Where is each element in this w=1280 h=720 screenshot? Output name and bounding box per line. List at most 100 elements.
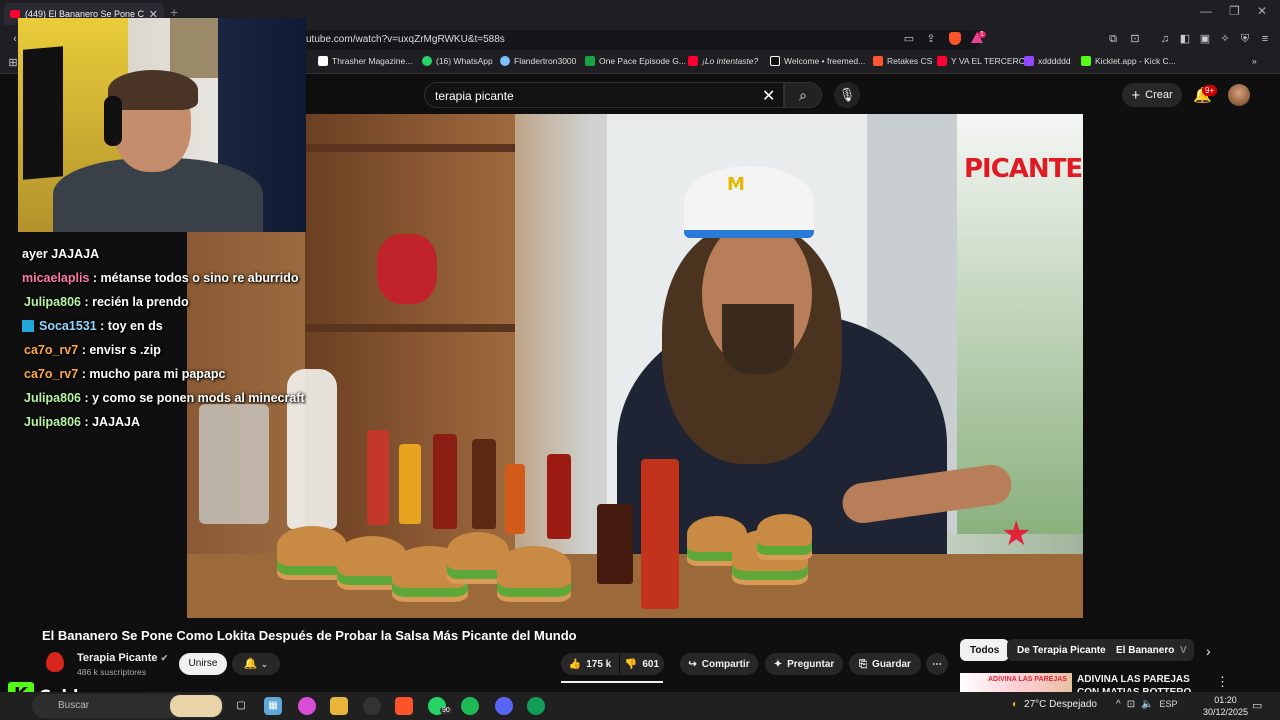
brave-browser-icon[interactable] xyxy=(395,697,413,715)
chat-username: Julipa806 xyxy=(24,295,81,309)
app-icon[interactable] xyxy=(363,697,381,715)
chat-message: ca7o_rv7 : mucho para mi papapc xyxy=(24,367,226,381)
file-explorer-icon[interactable] xyxy=(330,697,348,715)
notifications-icon[interactable]: ▭ xyxy=(1252,699,1262,712)
leo-ai-icon[interactable]: ✧ xyxy=(1218,32,1232,46)
hot-sauce-bottle xyxy=(505,464,525,534)
channel-avatar[interactable] xyxy=(46,652,66,674)
bookmark-item[interactable]: ¡Lo intentaste? xyxy=(688,56,758,66)
more-vertical-icon[interactable]: ⋮ xyxy=(1216,674,1229,690)
chat-username: Julipa806 xyxy=(24,391,81,405)
bookmark-item[interactable]: Welcome • freemed... xyxy=(770,56,865,66)
music-icon[interactable]: ♫ xyxy=(1158,32,1172,46)
bookmark-favicon-icon xyxy=(500,56,510,66)
bookmark-icon: ⎘ xyxy=(859,658,868,670)
task-view-icon[interactable]: ▢ xyxy=(232,697,250,715)
url-field[interactable]: utube.com/watch?v=uxqZrMgRWKU&t=588s xyxy=(300,30,980,50)
vpn-icon[interactable]: ⛨ xyxy=(1238,32,1252,46)
chat-username: ca7o_rv7 xyxy=(24,367,79,381)
chat-username: Julipa806 xyxy=(24,415,81,429)
headset xyxy=(104,96,122,146)
search-input[interactable]: terapia picante xyxy=(424,82,784,108)
thumbs-up-icon: 👍 xyxy=(568,658,582,670)
star-icon: ★ xyxy=(1001,515,1032,553)
create-button[interactable]: + Crear xyxy=(1122,83,1182,107)
chat-badge-icon xyxy=(22,320,34,332)
chip-el-bananero[interactable]: El Bananero xyxy=(1106,639,1185,661)
bookmarks-overflow-icon[interactable]: » xyxy=(1252,56,1257,66)
bookmark-item[interactable]: Retakes CS xyxy=(873,56,932,66)
flame-icon xyxy=(46,652,64,672)
shelf-board xyxy=(305,324,515,332)
app-icon[interactable] xyxy=(298,697,316,715)
like-button[interactable]: 👍 175 k xyxy=(561,653,619,675)
store-icon[interactable]: ▦ xyxy=(264,697,282,715)
minimize-window-icon[interactable]: — xyxy=(1200,4,1212,18)
restore-window-icon[interactable]: ❐ xyxy=(1229,4,1240,18)
bookmark-item[interactable]: (16) WhatsApp xyxy=(422,56,493,66)
hot-sauce-bottle xyxy=(399,444,421,524)
chevron-down-icon: ⌄ xyxy=(260,659,269,669)
more-actions-button[interactable]: ⋯ xyxy=(926,653,948,675)
chat-username: Soca1531 xyxy=(39,319,97,333)
clock[interactable]: 01:20 30/12/2025 xyxy=(1203,694,1248,718)
mtv-cap xyxy=(684,166,814,238)
chat-message: Julipa806 : JAJAJA xyxy=(24,415,141,429)
rewards-badge: 1 xyxy=(978,31,986,38)
cast-icon[interactable]: ▭ xyxy=(902,32,916,46)
bookmark-item[interactable]: Flandertron3000 xyxy=(500,56,576,66)
sheets-icon xyxy=(585,56,595,66)
chip-terapia-picante[interactable]: De Terapia Picante xyxy=(1007,639,1116,661)
clear-search-icon[interactable]: ✕ xyxy=(762,86,775,106)
sidebar-icon[interactable]: ◧ xyxy=(1178,32,1192,46)
bookmark-favicon-icon xyxy=(318,56,328,66)
chat-message: Soca1531 : toy en ds xyxy=(22,319,163,333)
bookmark-item[interactable]: Y VA EL TERCERO xyxy=(937,56,1025,66)
more-horizontal-icon: ⋯ xyxy=(932,658,942,670)
like-ratio-bar xyxy=(561,681,663,683)
search-button[interactable]: ⌕ xyxy=(784,82,822,108)
system-tray[interactable]: ^ ⊡ 🔈 ESP xyxy=(1116,699,1178,710)
close-window-icon[interactable]: ✕ xyxy=(1257,4,1267,18)
video-player[interactable]: M PICANTE ★ xyxy=(187,114,1083,618)
dislike-button[interactable]: 👎 601 xyxy=(620,653,664,675)
subscriber-count: 486 k suscriptores xyxy=(77,667,146,677)
screenshot-icon[interactable]: ⊡ xyxy=(1128,32,1142,46)
voice-search-button[interactable]: 🎙 xyxy=(834,82,860,108)
boxing-glove xyxy=(377,234,437,304)
chat-message: ca7o_rv7 : envisr s .zip xyxy=(24,343,161,357)
wallet-icon[interactable]: ▣ xyxy=(1198,32,1212,46)
share-page-icon[interactable]: ⇪ xyxy=(924,32,938,46)
chat-message: ayer JAJAJA xyxy=(22,247,100,261)
subscription-bell-button[interactable]: 🔔 ⌄ xyxy=(232,653,280,675)
bookmark-item[interactable]: xdddddd xyxy=(1024,56,1071,66)
hot-sauce-bottle xyxy=(433,434,457,529)
share-button[interactable]: ↪ Compartir xyxy=(680,653,758,675)
chip-truncated[interactable]: V xyxy=(1176,639,1194,661)
hot-sauce-bottle xyxy=(547,454,571,539)
discord-icon[interactable] xyxy=(495,697,513,715)
weather-widget[interactable]: ◐ 27°C Despejado xyxy=(1012,699,1097,710)
hot-sauce-bottle xyxy=(367,430,389,525)
channel-name[interactable]: Terapia Picante ✔ xyxy=(77,652,168,664)
bookmark-item[interactable]: One Pace Episode G... xyxy=(585,56,686,66)
chips-next-icon[interactable]: › xyxy=(1206,643,1211,659)
save-button[interactable]: ⎘ Guardar xyxy=(849,653,921,675)
bookmark-item[interactable]: Thrasher Magazine... xyxy=(318,56,412,66)
weather-icon: ◐ xyxy=(1012,699,1019,710)
bookmark-item[interactable]: Kicklet.app - Kick C... xyxy=(1081,56,1176,66)
chip-all[interactable]: Todos xyxy=(960,639,1010,661)
brave-shield-icon[interactable] xyxy=(948,32,962,46)
ask-button[interactable]: ✦ Preguntar xyxy=(765,653,843,675)
account-avatar[interactable] xyxy=(1228,84,1250,106)
join-button[interactable]: Unirse xyxy=(179,653,227,675)
youtube-favicon-icon xyxy=(937,56,947,66)
extensions-icon[interactable]: ⧉ xyxy=(1106,32,1120,46)
video-title: El Bananero Se Pone Como Lokita Después … xyxy=(42,628,577,643)
webcam-overlay xyxy=(18,18,306,232)
wall-picture xyxy=(170,18,220,78)
app-icon[interactable] xyxy=(527,697,545,715)
spotify-icon[interactable] xyxy=(461,697,479,715)
menu-icon[interactable]: ≡ xyxy=(1258,32,1272,46)
youtube-favicon-icon xyxy=(10,10,20,18)
